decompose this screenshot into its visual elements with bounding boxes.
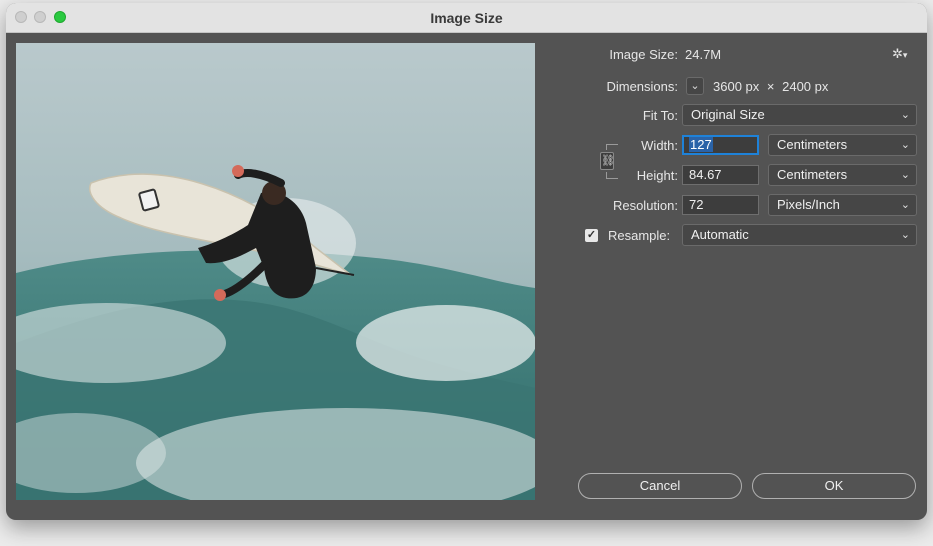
width-label: Width:	[641, 138, 678, 153]
height-input[interactable]: 84.67	[682, 165, 759, 185]
width-unit-dropdown[interactable]: Centimeters ⌄	[768, 134, 917, 156]
resolution-label: Resolution:	[612, 198, 678, 213]
dimensions-units-dropdown[interactable]: ⌄	[686, 77, 704, 95]
resolution-unit-dropdown[interactable]: Pixels/Inch ⌄	[768, 194, 917, 216]
height-label: Height:	[636, 168, 678, 183]
title-bar: Image Size	[6, 3, 927, 33]
chevron-down-icon: ⌄	[900, 229, 910, 241]
resample-value: Automatic	[691, 227, 749, 242]
chevron-down-icon: ⌄	[900, 199, 910, 211]
resolution-input[interactable]: 72	[682, 195, 759, 215]
chevron-down-icon: ⌄	[690, 80, 700, 92]
width-input[interactable]: 127	[682, 135, 759, 155]
fit-to-value: Original Size	[691, 107, 765, 122]
checkmark-icon: ✓	[586, 229, 597, 241]
image-size-value: 24.7M	[685, 47, 722, 62]
chevron-down-icon: ⌄	[900, 109, 910, 121]
surfer-photo	[16, 43, 535, 500]
dimensions-height: 2400 px	[782, 79, 829, 94]
fit-to-label: Fit To:	[642, 108, 678, 123]
ok-button[interactable]: OK	[752, 473, 916, 499]
cancel-button[interactable]: Cancel	[578, 473, 742, 499]
image-size-label: Image Size:	[609, 47, 678, 62]
image-size-dialog: Image Size Image Size: 24.7M ✲▾ Dimensio…	[6, 3, 927, 520]
dialog-title: Image Size	[430, 10, 503, 26]
dimensions-width: 3600 px	[713, 79, 760, 94]
dimensions-label: Dimensions:	[606, 79, 678, 94]
chevron-down-icon: ⌄	[900, 139, 910, 151]
resample-label: Resample:	[608, 228, 671, 243]
resample-dropdown[interactable]: Automatic ⌄	[682, 224, 917, 246]
dimensions-value: 3600 px × 2400 px	[713, 79, 828, 94]
height-unit-dropdown[interactable]: Centimeters ⌄	[768, 164, 917, 186]
chevron-down-icon: ⌄	[900, 169, 910, 181]
height-unit-value: Centimeters	[777, 167, 848, 182]
dimensions-times: ×	[766, 79, 775, 94]
resolution-unit-value: Pixels/Inch	[777, 197, 840, 212]
gear-icon[interactable]: ✲▾	[892, 46, 907, 62]
image-preview[interactable]	[16, 43, 535, 500]
width-unit-value: Centimeters	[777, 137, 848, 152]
resample-checkbox[interactable]: ✓	[585, 229, 598, 242]
fit-to-dropdown[interactable]: Original Size ⌄	[682, 104, 917, 126]
